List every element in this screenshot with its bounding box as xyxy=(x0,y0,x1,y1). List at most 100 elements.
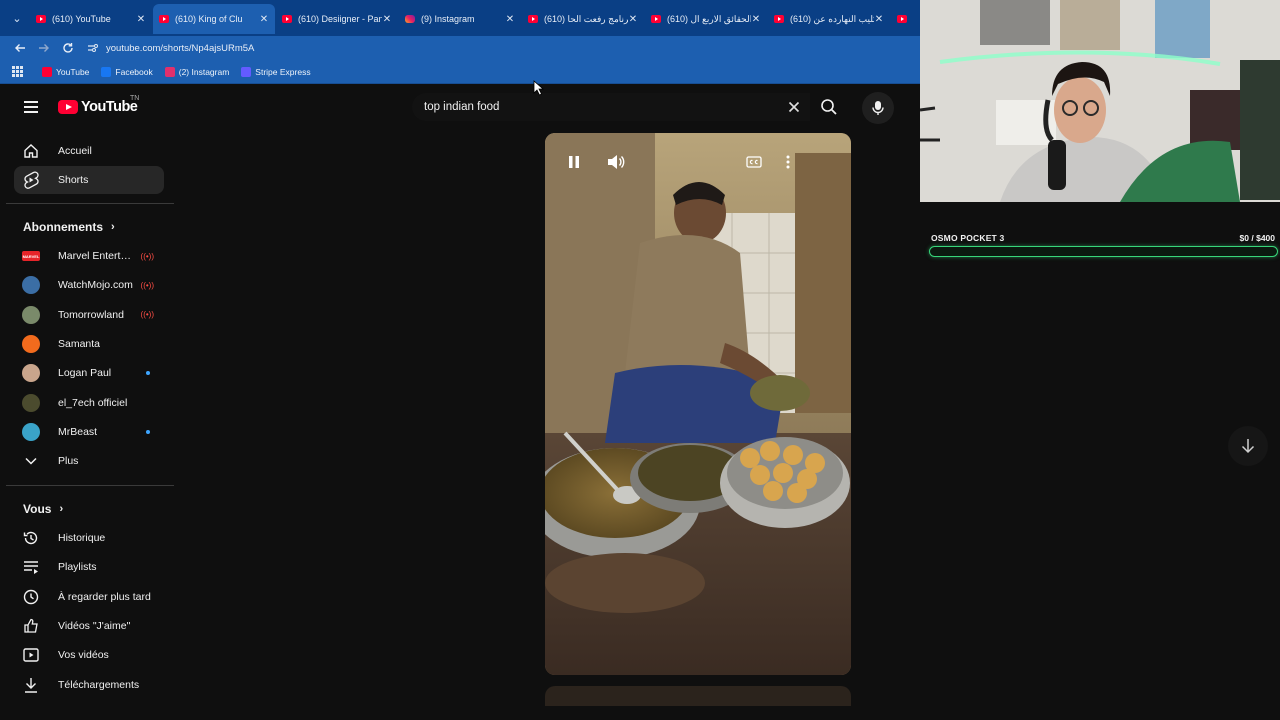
close-tab-icon[interactable]: ✕ xyxy=(382,14,392,25)
volume-button[interactable] xyxy=(605,151,627,173)
close-tab-icon[interactable]: ✕ xyxy=(628,14,638,25)
sidebar-item-download[interactable]: Téléchargements xyxy=(14,671,164,696)
sidebar-item-label: Shorts xyxy=(58,174,89,186)
subscription-item[interactable]: MARVEL Marvel Entertain... ((•)) xyxy=(14,242,164,270)
apps-grid-icon[interactable] xyxy=(12,65,24,78)
sidebar-item-playlists[interactable]: Playlists xyxy=(14,553,164,581)
tab-title: (9) Instagram xyxy=(421,14,475,24)
clear-search-button[interactable] xyxy=(786,98,802,116)
youtube-icon xyxy=(42,66,52,77)
bookmark-item[interactable]: Facebook xyxy=(101,66,153,77)
bookmark-item[interactable]: (2) Instagram xyxy=(164,66,229,77)
reload-button[interactable] xyxy=(56,38,80,58)
browser-tab[interactable]: (610) كليب النهارده عن ✕ xyxy=(768,4,890,34)
bookmark-label: YouTube xyxy=(56,66,90,77)
tab-title: (610) برنامج رفعت الحا xyxy=(544,13,628,24)
subscription-label: WatchMojo.com xyxy=(58,279,133,292)
you-heading[interactable]: Vous › xyxy=(23,502,63,516)
sidebar-item-home[interactable]: Accueil xyxy=(14,137,164,165)
close-tab-icon[interactable]: ✕ xyxy=(874,14,884,25)
youtube-logo[interactable]: YouTube TN xyxy=(58,95,139,115)
channel-avatar xyxy=(22,393,40,412)
bookmark-item[interactable]: YouTube xyxy=(42,66,90,77)
tab-search-icon[interactable]: ⌄ xyxy=(8,10,26,26)
pause-icon xyxy=(569,156,579,168)
subscription-item[interactable]: WatchMojo.com ((•)) xyxy=(14,271,164,299)
search-input[interactable]: top indian food xyxy=(412,93,810,121)
logo-wordmark: YouTube xyxy=(81,99,138,115)
search-button[interactable] xyxy=(810,93,848,121)
browser-window: ⌄ (610) YouTube ✕ (610) King of Clu ✕ (610) … xyxy=(0,0,920,720)
history-icon xyxy=(22,529,40,547)
close-tab-icon[interactable]: ✕ xyxy=(505,14,515,25)
sidebar-divider xyxy=(6,203,174,204)
chevron-right-icon: › xyxy=(59,503,64,515)
close-tab-icon[interactable]: ✕ xyxy=(259,14,269,25)
next-video-button[interactable] xyxy=(1228,426,1268,466)
channel-avatar xyxy=(22,422,40,441)
playlists-icon xyxy=(22,558,40,576)
instagram-icon xyxy=(405,15,415,23)
browser-tab[interactable]: (610) برنامج رفعت الحا ✕ xyxy=(522,4,644,34)
new-content-dot-icon xyxy=(146,429,150,434)
sidebar-item-shorts[interactable]: Shorts xyxy=(14,166,164,194)
chevron-right-icon: › xyxy=(111,221,115,233)
url-field[interactable]: youtube.com/shorts/Np4ajsURm5A xyxy=(106,43,254,54)
country-code: TN xyxy=(130,95,140,102)
instagram-icon xyxy=(164,66,175,77)
sidebar-item-history[interactable]: Historique xyxy=(14,524,164,552)
sidebar-item-label: Accueil xyxy=(58,145,92,157)
watch-later-icon xyxy=(22,588,40,606)
channel-avatar: MARVEL xyxy=(22,251,40,261)
tab-title: (610) Desiigner - Pan xyxy=(298,14,382,24)
subscription-item[interactable]: el_7ech officiel xyxy=(14,389,164,417)
browser-tab[interactable]: (610) الحقائق الاربع ال ✕ xyxy=(645,4,767,34)
forward-button[interactable] xyxy=(32,38,56,58)
captions-button[interactable] xyxy=(743,151,765,173)
sidebar-item-like[interactable]: Vidéos "J'aime" xyxy=(14,612,164,640)
menu-icon[interactable] xyxy=(24,101,38,113)
sidebar-item-your-videos[interactable]: Vos vidéos xyxy=(14,641,164,669)
browser-tab[interactable]: (610) YouTube ✕ xyxy=(30,4,152,34)
subscription-item[interactable]: Samanta xyxy=(14,330,164,358)
your-videos-icon xyxy=(22,646,40,664)
shorts-video-player[interactable] xyxy=(545,133,851,675)
browser-tab[interactable]: (9) Instagram ✕ xyxy=(399,4,521,34)
back-button[interactable] xyxy=(8,38,32,58)
like-icon xyxy=(22,617,40,635)
live-icon: ((•)) xyxy=(140,280,154,290)
more-options-button[interactable] xyxy=(777,151,799,173)
microphone-icon xyxy=(872,101,884,115)
youtube-play-icon xyxy=(58,100,78,114)
browser-tab-overflow[interactable] xyxy=(891,4,911,34)
close-tab-icon[interactable]: ✕ xyxy=(136,14,146,25)
sidebar-divider xyxy=(6,485,174,486)
pause-button[interactable] xyxy=(563,151,585,173)
sidebar-item-watch-later[interactable]: À regarder plus tard xyxy=(14,583,164,611)
channel-avatar xyxy=(22,276,40,295)
site-info-icon[interactable] xyxy=(86,42,100,54)
next-short-preview[interactable] xyxy=(545,686,851,706)
close-tab-icon[interactable]: ✕ xyxy=(751,14,761,25)
sidebar-item-label: Téléchargements xyxy=(58,678,140,691)
bookmark-item[interactable]: Stripe Express xyxy=(241,66,311,77)
sidebar-show-more[interactable]: Plus xyxy=(14,447,164,475)
voice-search-button[interactable] xyxy=(862,92,894,124)
youtube-masthead: YouTube TN top indian food xyxy=(0,85,920,131)
captions-icon xyxy=(746,156,762,168)
sidebar-item-label: Vidéos "J'aime" xyxy=(58,619,131,632)
shorts-icon xyxy=(22,171,40,189)
youtube-icon xyxy=(282,15,292,23)
subscription-label: Marvel Entertain... xyxy=(58,250,137,262)
subscription-item[interactable]: MrBeast xyxy=(14,418,164,446)
sidebar-item-label: Vos vidéos xyxy=(58,649,109,662)
browser-tab[interactable]: (610) Desiigner - Pan ✕ xyxy=(276,4,398,34)
subscription-label: Logan Paul xyxy=(58,367,112,380)
youtube-icon xyxy=(651,15,661,23)
subscriptions-heading[interactable]: Abonnements › xyxy=(23,220,115,234)
search-icon xyxy=(821,99,837,115)
browser-tab[interactable]: (610) King of Clu ✕ xyxy=(153,4,275,34)
subscription-item[interactable]: Tomorrowland ((•)) xyxy=(14,301,164,329)
subscription-item[interactable]: Logan Paul xyxy=(14,359,164,387)
live-icon: ((•)) xyxy=(140,251,154,261)
